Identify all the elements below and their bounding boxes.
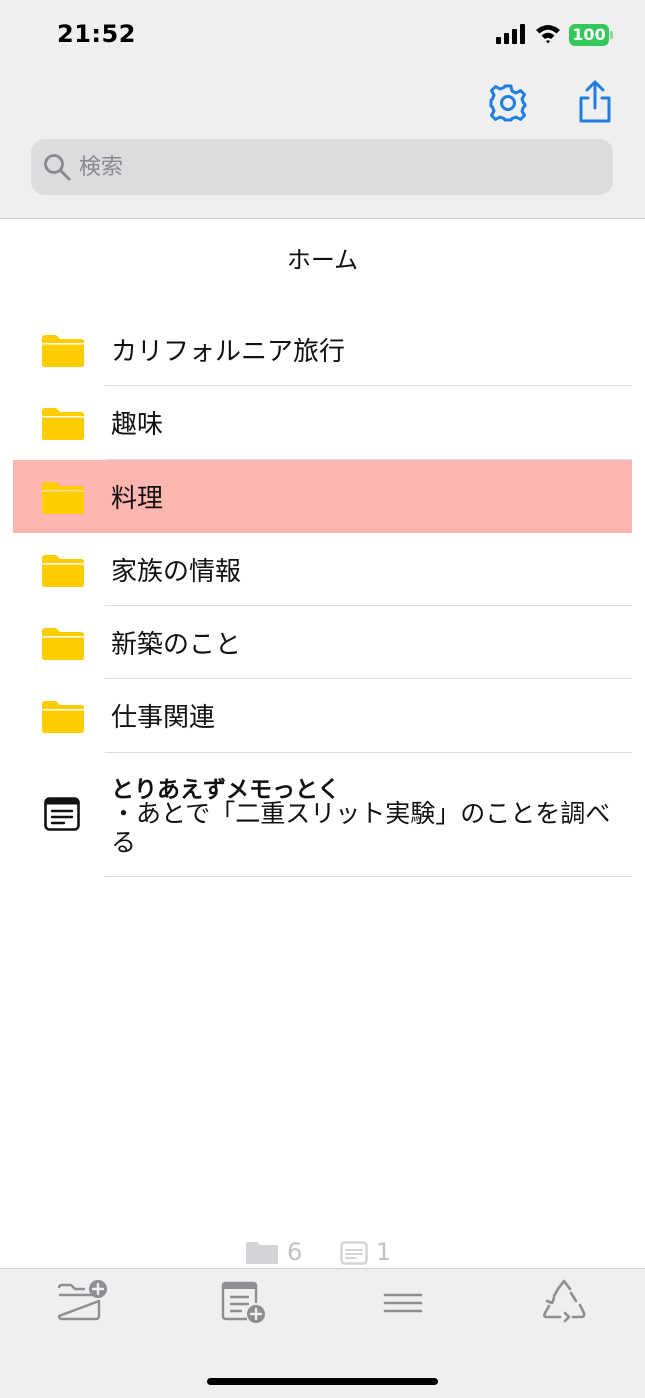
- memo-count: 1: [376, 1238, 392, 1266]
- item-list: カリフォルニア旅行 趣味 料理 家族の情報 新築のこと 仕事関連 とりあえずメモ…: [13, 313, 632, 877]
- folder-row-work[interactable]: 仕事関連: [13, 679, 632, 753]
- wifi-icon: [536, 25, 560, 44]
- folder-label: カリフォルニア旅行: [111, 337, 346, 367]
- row-divider: [105, 875, 632, 877]
- folder-row-hobby[interactable]: 趣味: [13, 386, 632, 460]
- memo-row[interactable]: とりあえずメモっとく ・あとで「二重スリット実験」のことを調べる: [13, 753, 632, 877]
- folder-row-family[interactable]: 家族の情報: [13, 533, 632, 607]
- folder-icon: [42, 554, 84, 587]
- cellular-signal-icon: [496, 24, 526, 44]
- folder-count: 6: [287, 1238, 303, 1266]
- recycle-icon[interactable]: [536, 1279, 592, 1323]
- page-title: ホーム: [286, 246, 359, 274]
- memo-count-icon: [340, 1241, 368, 1265]
- folder-icon: [42, 481, 84, 514]
- folder-row-cooking[interactable]: 料理: [13, 459, 632, 533]
- folder-label: 料理: [111, 483, 164, 514]
- folder-count-icon: [246, 1242, 278, 1264]
- new-folder-icon[interactable]: [55, 1279, 111, 1323]
- menu-lines-icon[interactable]: [375, 1279, 431, 1323]
- top-bar: 21:52 100: [0, 0, 645, 219]
- folder-icon: [42, 628, 84, 661]
- home-indicator: [207, 1378, 438, 1385]
- folder-label: 仕事関連: [111, 703, 216, 734]
- status-time: 21:52: [57, 20, 136, 48]
- item-counts: 6 1: [0, 1236, 645, 1270]
- memo-icon: [44, 796, 80, 831]
- search-icon: [44, 154, 71, 181]
- search-bar[interactable]: [31, 139, 613, 195]
- search-input[interactable]: [79, 147, 599, 187]
- battery-indicator: 100: [569, 24, 609, 46]
- folder-icon: [42, 335, 84, 367]
- battery-tip: [610, 31, 613, 39]
- folder-row-california[interactable]: カリフォルニア旅行: [13, 313, 632, 387]
- folder-label: 家族の情報: [111, 556, 242, 587]
- gear-icon[interactable]: [488, 83, 528, 123]
- folder-icon: [42, 701, 84, 734]
- new-memo-icon[interactable]: [218, 1279, 274, 1323]
- share-icon[interactable]: [576, 80, 614, 124]
- memo-preview: ・あとで「二重スリット実験」のことを調べる: [111, 798, 611, 857]
- folder-label: 趣味: [111, 410, 164, 441]
- folder-icon: [42, 408, 84, 441]
- folder-label: 新築のこと: [111, 630, 242, 661]
- folder-row-new-house[interactable]: 新築のこと: [13, 606, 632, 680]
